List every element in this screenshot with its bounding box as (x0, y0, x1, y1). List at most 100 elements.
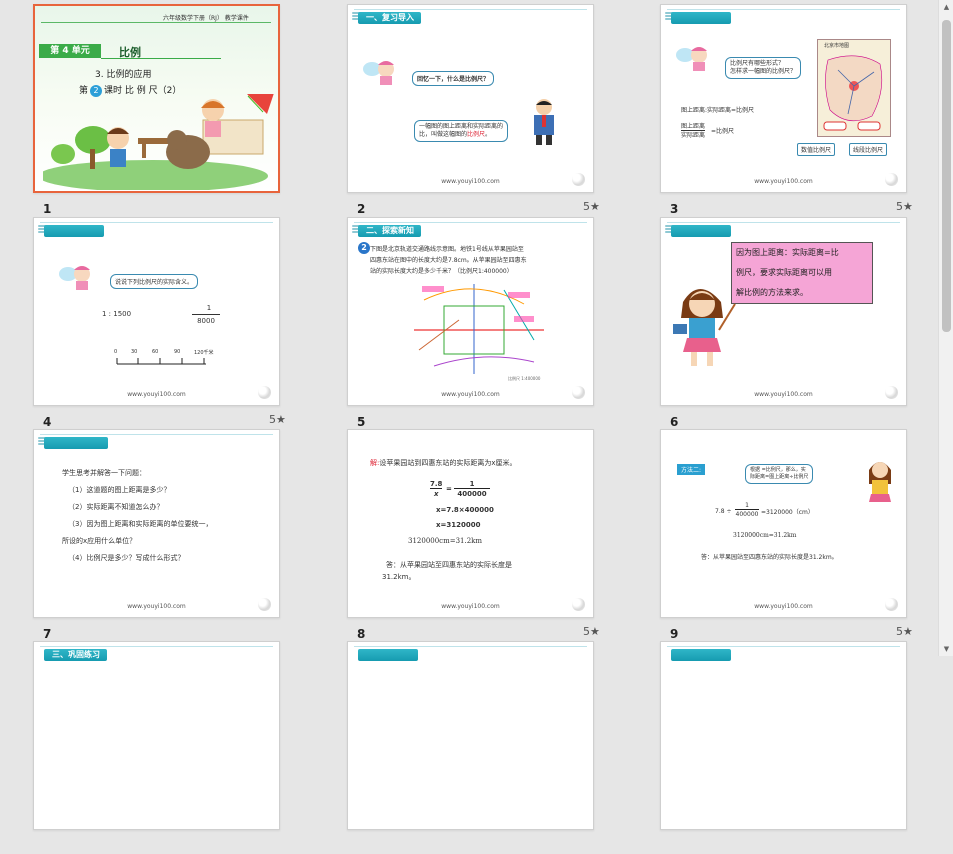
slide-thumbnail-4[interactable]: 说说下列比例尺的实际含义。 1 : 1500 1 8000 0 30 60 90… (33, 217, 280, 406)
line-scale-button: 线段比例尺 (849, 143, 888, 156)
slide3-beijing-map: 北京市地图 (817, 39, 891, 137)
fraction-bar (192, 314, 220, 315)
slide3-formula-1: 图上距离:实际距离=比例尺 (681, 107, 755, 114)
slide9-animation-star-icon[interactable]: 5★ (896, 625, 913, 638)
slide3-animation-star-icon[interactable]: 5★ (896, 200, 913, 213)
slide-thumbnail-2[interactable]: 一、复习导入 回忆一下，什么是比例尺？ 一幅图的图上距离和实际距离的 比，叫做这… (347, 4, 594, 193)
callout-line-3: 解比例的方法来求。 (736, 288, 808, 297)
eq-frac2-bottom: 400000 (457, 490, 487, 498)
definition-pre: 比，叫做这幅图的 (419, 131, 468, 138)
solution-label: 解: (370, 459, 380, 467)
slide-thumbnail-1[interactable]: 六年级数学下册（RJ） 教学课件 第 4 单元 比例 3. 比例的应用 第 2 课时… (33, 4, 280, 193)
slide-number-6: 6 (670, 415, 679, 429)
section-title: 3. 比例的应用 (95, 70, 152, 80)
slide2-teacher-icon (534, 99, 554, 145)
slide-thumbnail-11[interactable] (347, 641, 594, 830)
eq-step-3: x=3120000 (436, 521, 481, 529)
slide6-footer: www.youyi100.com (754, 391, 813, 398)
map-drawing (823, 55, 883, 131)
slide6-top-rule (667, 222, 900, 223)
scale-ruler (116, 358, 206, 365)
eq-step-2: x=7.8×400000 (436, 506, 494, 514)
callout-line-1: 因为图上距离：实际距离=比 (736, 248, 839, 257)
slide-thumb-cell-7[interactable]: 学生思考并解答一下问题： （1）这道题的图上距离是多少？ （2）实际距离不知道怎… (33, 429, 346, 642)
slide-thumbnail-7[interactable]: 学生思考并解答一下问题： （1）这道题的图上距离是多少？ （2）实际距离不知道怎… (33, 429, 280, 618)
unit-label: 第 4 单元 (39, 44, 101, 58)
slide7-top-rule (40, 434, 273, 435)
slide12-section-banner (671, 649, 731, 661)
slide-thumb-cell-11[interactable] (347, 641, 660, 854)
unit-conversion: 3120000cm=31.2km (408, 537, 483, 545)
explanation-callout: 因为图上距离：实际距离=比 例尺，要求实际距离可以用 解比例的方法来求。 (731, 242, 873, 304)
answer-line-2: 31.2km。 (382, 573, 416, 581)
slide-number-7: 7 (43, 627, 52, 641)
slide9-footer: www.youyi100.com (754, 603, 813, 610)
slide5-section-banner: 二、探索新知 (358, 225, 421, 237)
slide11-top-rule (354, 646, 587, 647)
slide-thumb-cell-6[interactable]: 因为图上距离：实际距离=比 例尺，要求实际距离可以用 解比例的方法来求。 www… (660, 217, 953, 430)
definition-keyword: 比例尺 (467, 131, 486, 138)
scale-label-2: 60 (152, 349, 159, 355)
slide7-line-4: （3）因为图上距离和实际距离的单位要统一， (68, 520, 213, 528)
definition-post: 。 (485, 131, 492, 138)
slide-thumb-cell-4[interactable]: 说说下列比例尺的实际含义。 1 : 1500 1 8000 0 30 60 90… (33, 217, 346, 430)
slide-thumbnail-5[interactable]: 二、探索新知 2 下图是北京轨道交通路线示意图。地铁1号线从苹果园站至 四惠东站… (347, 217, 594, 406)
calc-frac-top: 1 (735, 502, 759, 510)
slide12-top-rule (667, 646, 900, 647)
definition-line-2: 比，叫做这幅图的比例尺。 (419, 131, 503, 139)
slide8-line-1: 解:设苹果园站到四惠东站的实际距离为x厘米。 (370, 458, 517, 468)
vertical-scrollbar[interactable]: ▲ ▼ (938, 0, 953, 656)
slide8-animation-star-icon[interactable]: 5★ (583, 625, 600, 638)
slide-thumb-cell-2[interactable]: 一、复习导入 回忆一下，什么是比例尺？ 一幅图的图上距离和实际距离的 比，叫做这… (347, 4, 660, 217)
slide3-footer: www.youyi100.com (754, 178, 813, 185)
slide-thumb-cell-8[interactable]: 解:设苹果园站到四惠东站的实际距离为x厘米。 7.8 x = 1 400000 … (347, 429, 660, 642)
scroll-up-arrow-icon[interactable]: ▲ (939, 0, 953, 14)
problem-line-3: 站的实际长度大约是多少千米？（比例尺1:400000） (370, 268, 513, 275)
slide9-conversion: 3120000cm=31.2km (733, 532, 797, 539)
slide2-definition-bubble: 一幅图的图上距离和实际距离的 比，叫做这幅图的比例尺。 (414, 120, 509, 142)
eq-frac1-top: 7.8 (430, 480, 443, 489)
scale-label-0: 0 (114, 349, 118, 355)
slide-thumb-cell-12[interactable] (660, 641, 953, 854)
slide-thumb-cell-9[interactable]: 方法二: 根据 =比例尺，那么，实 际距离=图上距离÷比例尺 7.8 ÷ 1 4… (660, 429, 953, 642)
slide6-page-curl-icon (885, 386, 898, 399)
slide-thumb-cell-3[interactable]: 比例尺有哪些形式？ 怎样求一幅图的比例尺？ 北京市地图 图上距离:实际距离=比例… (660, 4, 953, 217)
slide4-fairy-icon (59, 266, 90, 290)
slide-thumbnail-12[interactable] (660, 641, 907, 830)
problem-number-badge: 2 (358, 242, 370, 254)
hint-formula: =比例尺，那么，实 (761, 467, 806, 473)
scroll-down-arrow-icon[interactable]: ▼ (939, 642, 953, 656)
slide2-question-bubble: 回忆一下，什么是比例尺？ (412, 71, 495, 86)
slide3-page-curl-icon (885, 173, 898, 186)
slide2-page-curl-icon (572, 173, 585, 186)
calc-right: =3120000（cm） (761, 509, 814, 516)
slide7-line-5: 所设的x应用什么单位？ (62, 537, 137, 545)
slide-thumbnail-10[interactable]: 三、巩固练习 (33, 641, 280, 830)
scrollbar-thumb[interactable] (942, 20, 951, 332)
slide8-footer: www.youyi100.com (441, 603, 500, 610)
solution-setup: 设苹果园站到四惠东站的实际距离为x厘米。 (379, 459, 517, 467)
slide6-section-banner (671, 225, 731, 237)
slide-thumb-cell-5[interactable]: 二、探索新知 2 下图是北京轨道交通路线示意图。地铁1号线从苹果园站至 四惠东站… (347, 217, 660, 430)
slide3-frac-bottom: 实际距离 (681, 132, 706, 139)
problem-line-2: 四惠东站在图中的长度大约是7.8cm。从苹果园站至四惠东 (370, 257, 527, 264)
slide1-illustration (43, 94, 274, 190)
hint-line-2: 际距离=图上距离÷比例尺 (750, 474, 809, 480)
eq-equals: = (446, 485, 452, 493)
method-two-label: 方法二: (677, 464, 706, 475)
slide-thumb-cell-1[interactable]: 六年级数学下册（RJ） 教学课件 第 4 单元 比例 3. 比例的应用 第 2 课时… (33, 4, 346, 217)
slide4-animation-star-icon[interactable]: 5★ (269, 413, 286, 426)
slide-thumbnail-9[interactable]: 方法二: 根据 =比例尺，那么，实 际距离=图上距离÷比例尺 7.8 ÷ 1 4… (660, 429, 907, 618)
slide-number-3: 3 (670, 202, 679, 216)
slide-thumbnail-3[interactable]: 比例尺有哪些形式？ 怎样求一幅图的比例尺？ 北京市地图 图上距离:实际距离=比例… (660, 4, 907, 193)
slide-thumbnail-8[interactable]: 解:设苹果园站到四惠东站的实际距离为x厘米。 7.8 x = 1 400000 … (347, 429, 594, 618)
slide-thumbnail-6[interactable]: 因为图上距离：实际距离=比 例尺，要求实际距离可以用 解比例的方法来求。 www… (660, 217, 907, 406)
subway-map-image (414, 284, 544, 374)
slide2-section-banner: 一、复习导入 (358, 12, 421, 24)
slide2-animation-star-icon[interactable]: 5★ (583, 200, 600, 213)
slide-thumb-cell-10[interactable]: 三、巩固练习 (33, 641, 346, 854)
slide5-page-curl-icon (572, 386, 585, 399)
scale-label-3: 90 (174, 349, 181, 355)
ratio-scale: 1 : 1500 (102, 310, 132, 318)
line-scale: 0 30 60 90 120千米 (114, 349, 214, 365)
